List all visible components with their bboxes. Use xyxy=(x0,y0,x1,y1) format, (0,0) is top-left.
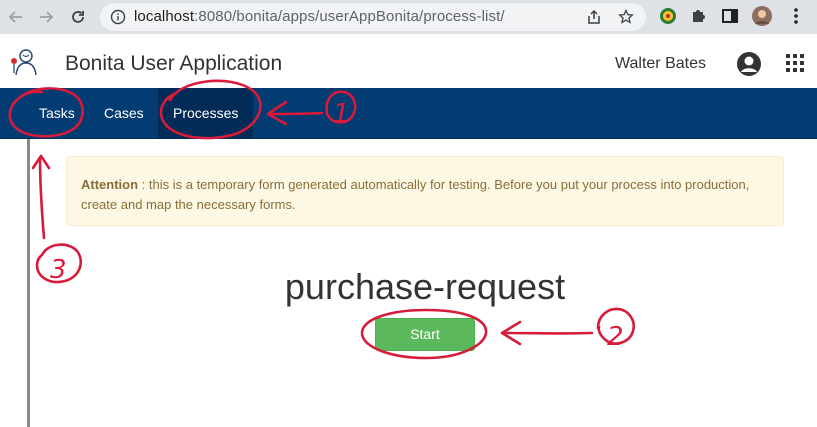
tab-tasks[interactable]: Tasks xyxy=(24,88,90,139)
start-button[interactable]: Start xyxy=(375,318,475,351)
alert-message: : this is a temporary form generated aut… xyxy=(81,177,750,212)
browser-toolbar: localhost:8080/bonita/apps/userAppBonita… xyxy=(0,0,817,34)
app-header: Bonita User Application Walter Bates xyxy=(0,34,817,88)
user-circle-icon[interactable] xyxy=(736,51,762,77)
reload-icon[interactable] xyxy=(65,4,91,30)
annotation-circle-2 xyxy=(596,307,635,345)
share-icon[interactable] xyxy=(586,9,602,25)
alert-title: Attention xyxy=(81,177,139,192)
user-name[interactable]: Walter Bates xyxy=(615,55,706,73)
tab-processes[interactable]: Processes xyxy=(158,88,254,139)
arrow-left-icon[interactable] xyxy=(3,4,29,30)
annotation-arrow-3 xyxy=(31,154,51,240)
address-url: localhost:8080/bonita/apps/userAppBonita… xyxy=(134,8,505,25)
bonita-logo-icon xyxy=(8,47,40,77)
info-icon[interactable] xyxy=(110,9,126,25)
extension-badge-icon[interactable] xyxy=(658,6,678,26)
main-navbar: Tasks Cases Processes xyxy=(0,88,817,139)
app-title: Bonita User Application xyxy=(65,52,283,75)
kebab-menu-icon[interactable] xyxy=(786,6,806,26)
address-bar[interactable]: localhost:8080/bonita/apps/userAppBonita… xyxy=(100,3,646,31)
tab-cases[interactable]: Cases xyxy=(89,88,159,139)
annotation-arrow-2 xyxy=(500,320,594,346)
puzzle-icon[interactable] xyxy=(689,6,709,26)
profile-avatar[interactable] xyxy=(752,6,772,26)
annotation-label-2: 2 xyxy=(607,322,624,352)
page-root: localhost:8080/bonita/apps/userAppBonita… xyxy=(0,0,817,427)
grid-icon[interactable] xyxy=(786,54,804,72)
star-icon[interactable] xyxy=(618,8,634,25)
attention-alert: Attention : this is a temporary form gen… xyxy=(66,156,784,226)
url-host: localhost xyxy=(134,8,195,25)
process-name-heading: purchase-request xyxy=(284,266,566,307)
url-path: :8080/bonita/apps/userAppBonita/process-… xyxy=(194,8,505,25)
side-panel-icon[interactable] xyxy=(720,6,740,26)
arrow-right-icon[interactable] xyxy=(33,4,59,30)
